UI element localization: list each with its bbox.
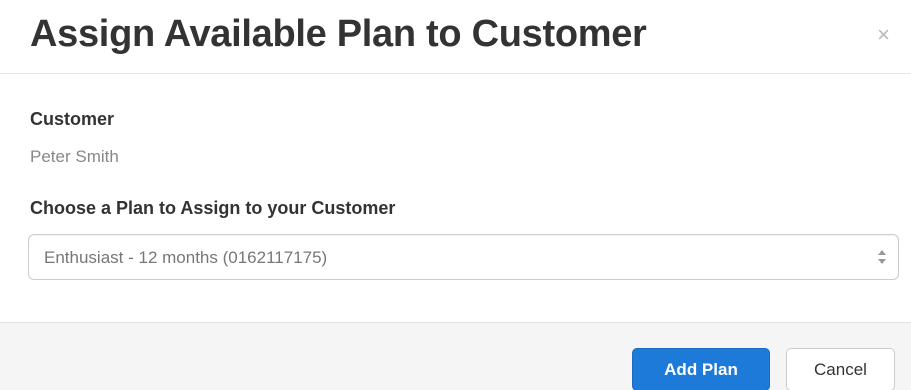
assign-plan-dialog: Assign Available Plan to Customer × Cust…: [0, 0, 911, 390]
dialog-title: Assign Available Plan to Customer: [30, 13, 647, 55]
cancel-button[interactable]: Cancel: [786, 348, 895, 390]
customer-name: Peter Smith: [30, 147, 119, 166]
plan-select[interactable]: Enthusiast - 12 months (0162117175): [28, 234, 899, 280]
dialog-header: Assign Available Plan to Customer ×: [0, 0, 911, 74]
plan-select-value: Enthusiast - 12 months (0162117175): [44, 248, 328, 267]
dialog-footer: Add Plan Cancel: [0, 322, 911, 390]
dialog-body: Customer Peter Smith Choose a Plan to As…: [0, 74, 911, 320]
close-icon[interactable]: ×: [877, 24, 890, 46]
select-arrows-icon: [878, 250, 886, 264]
customer-label: Customer: [30, 109, 115, 129]
plan-label: Choose a Plan to Assign to your Customer: [30, 198, 396, 218]
add-plan-button[interactable]: Add Plan: [632, 348, 770, 390]
